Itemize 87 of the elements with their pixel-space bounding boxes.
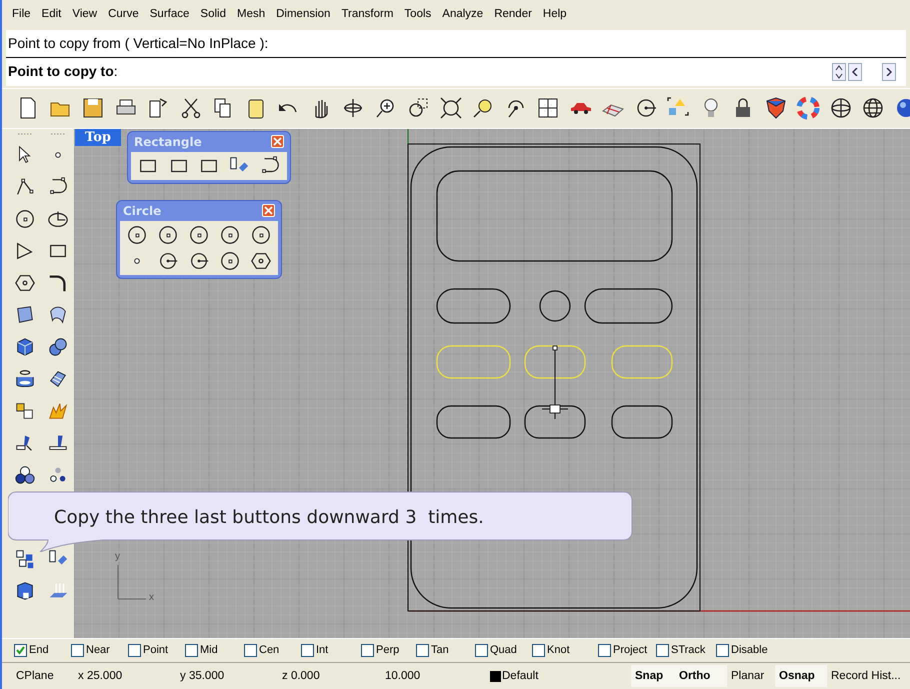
checkbox-label: Perp bbox=[376, 643, 400, 658]
checkbox[interactable] bbox=[532, 644, 545, 658]
status-toggle[interactable]: Ortho bbox=[675, 665, 727, 688]
checkbox[interactable] bbox=[598, 644, 611, 658]
checkbox[interactable] bbox=[301, 644, 314, 658]
grid-sphere-icon[interactable] bbox=[861, 96, 885, 120]
status-toggle[interactable]: Snap bbox=[631, 665, 675, 688]
status-field: y 35.000 bbox=[180, 668, 282, 685]
checkbox[interactable] bbox=[128, 644, 141, 658]
layer-name[interactable]: Default bbox=[501, 668, 631, 685]
status-toggle[interactable]: Osnap bbox=[775, 665, 827, 688]
checkbox[interactable] bbox=[14, 644, 27, 658]
checkbox-label: End bbox=[29, 643, 49, 658]
checkbox-label: Mid bbox=[200, 643, 218, 658]
menu-item[interactable]: Mesh bbox=[236, 6, 266, 24]
status-field: 10.000 bbox=[385, 668, 490, 685]
checkbox-label: Knot bbox=[547, 643, 570, 658]
checkbox-label: Int bbox=[316, 643, 328, 658]
command-history: Point to copy from ( Vertical=No InPlace ): bbox=[8, 34, 268, 53]
toolbar-title: Circle bbox=[123, 202, 162, 220]
checkbox[interactable] bbox=[416, 644, 429, 658]
three-spheres-icon[interactable] bbox=[14, 464, 36, 486]
checkbox[interactable] bbox=[244, 644, 257, 658]
scroll-right-button[interactable] bbox=[882, 62, 896, 80]
menu-item[interactable]: File bbox=[12, 6, 31, 24]
viewport-tab[interactable]: Top bbox=[75, 128, 121, 146]
shield-icon[interactable] bbox=[764, 96, 788, 120]
menu-item[interactable]: Curve bbox=[108, 6, 139, 24]
close-icon[interactable] bbox=[271, 135, 284, 148]
status-toggle[interactable]: Record Hist... bbox=[827, 665, 907, 688]
spin-button[interactable] bbox=[832, 62, 846, 80]
grip-handle[interactable] bbox=[18, 132, 32, 135]
checkbox-label: Project bbox=[613, 643, 648, 658]
menu-item[interactable]: Transform bbox=[341, 6, 394, 24]
menu-item[interactable]: Render bbox=[494, 6, 532, 24]
axis-indicator bbox=[118, 564, 146, 600]
grid-squares-icon[interactable] bbox=[14, 548, 36, 570]
circle-icon[interactable] bbox=[218, 224, 241, 246]
checkbox[interactable] bbox=[475, 644, 488, 658]
color-wheel-icon[interactable] bbox=[796, 96, 820, 120]
callout-text: Copy the three last buttons downward 3 times. bbox=[54, 506, 484, 530]
menu-item[interactable]: Edit bbox=[42, 6, 62, 24]
circle-icon[interactable] bbox=[188, 224, 210, 246]
zoom-extents-icon[interactable] bbox=[438, 96, 462, 120]
menu-item[interactable]: View bbox=[72, 6, 98, 24]
checkbox[interactable] bbox=[185, 644, 198, 658]
status-field: CPlane bbox=[2, 668, 78, 685]
layer-swatch bbox=[490, 670, 501, 682]
right-chevron-icon bbox=[886, 68, 892, 76]
checkbox-label: Cen bbox=[259, 643, 280, 658]
circle-icon[interactable] bbox=[218, 250, 241, 272]
scroll-left-button[interactable] bbox=[848, 62, 862, 80]
checkbox-label: Point bbox=[143, 643, 168, 658]
checkbox-label: STrack bbox=[671, 643, 706, 658]
left-chevron-icon bbox=[852, 68, 858, 76]
menu-item[interactable]: Help bbox=[542, 6, 567, 24]
status-toggle[interactable]: Planar bbox=[727, 665, 775, 688]
checkbox[interactable] bbox=[71, 644, 84, 658]
checkbox-label: Disable bbox=[731, 643, 768, 658]
close-icon[interactable] bbox=[262, 204, 275, 218]
four-panes-icon[interactable] bbox=[536, 96, 560, 120]
spheres-icon[interactable] bbox=[46, 336, 68, 358]
axis-label: y bbox=[115, 552, 120, 562]
axis-label: x bbox=[149, 592, 154, 603]
menu-item[interactable]: Solid bbox=[200, 6, 226, 24]
menu-item[interactable]: Tools bbox=[404, 6, 432, 24]
status-field: x 25.000 bbox=[78, 668, 180, 685]
checkbox-label: Near bbox=[86, 643, 110, 658]
menu-item[interactable]: Dimension bbox=[276, 6, 330, 24]
wireframe-sphere-icon[interactable] bbox=[828, 96, 852, 120]
checkbox[interactable] bbox=[716, 644, 729, 658]
circle-icon[interactable] bbox=[126, 224, 148, 246]
up-down-arrows-icon bbox=[835, 64, 843, 78]
circle-icon[interactable] bbox=[14, 208, 36, 230]
checkbox[interactable] bbox=[361, 644, 374, 658]
command-prompt: Point to copy to: bbox=[8, 62, 119, 81]
checkbox-label: Tan bbox=[431, 643, 449, 658]
status-field: z 0.000 bbox=[282, 668, 385, 685]
checkbox-label: Quad bbox=[490, 643, 517, 658]
checkbox[interactable] bbox=[656, 644, 669, 658]
cylinder-icon[interactable] bbox=[14, 368, 36, 390]
grip-handle[interactable] bbox=[50, 132, 64, 135]
circle-icon[interactable] bbox=[250, 224, 272, 246]
toolbar-title: Rectangle bbox=[134, 134, 202, 151]
menu-item[interactable]: Analyze bbox=[442, 6, 484, 24]
circle-icon[interactable] bbox=[157, 224, 180, 246]
menu-item[interactable]: Surface bbox=[150, 6, 190, 24]
